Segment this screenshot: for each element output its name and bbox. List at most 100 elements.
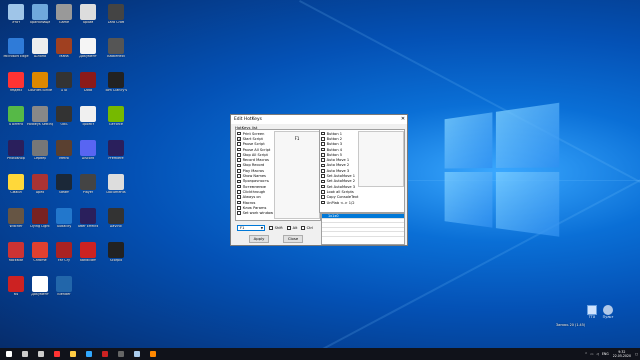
network-icon[interactable]: ▭ [590, 352, 593, 356]
hotkeys-listbox[interactable]: Print ScreenStart ScriptPause ScriptPaus… [235, 129, 321, 221]
desktop-icon[interactable]: GTA [52, 72, 76, 102]
desktop-icon[interactable]: Хранилище [28, 4, 52, 34]
desktop-icon[interactable]: Far Cry [52, 242, 76, 272]
button-item[interactable]: UnPlab <-> 1/2 [321, 200, 357, 205]
desktop-icon[interactable]: Discord [76, 140, 100, 170]
checkbox[interactable] [321, 153, 325, 157]
dialog-titlebar[interactable]: Edit HotKeys ✕ [231, 115, 407, 124]
checkbox[interactable] [237, 211, 241, 215]
checkbox[interactable] [237, 168, 241, 173]
desktop-icon[interactable]: Bandicam [76, 242, 100, 272]
checkbox[interactable] [237, 190, 241, 194]
close-button[interactable]: Close [283, 235, 303, 243]
hotkey-item[interactable]: Set work window [237, 210, 273, 215]
desktop-icon[interactable]: Documents [104, 174, 128, 204]
desktop-icon[interactable]: DaVinci [104, 208, 128, 238]
key-select[interactable]: F1 ▼ [237, 225, 265, 231]
checkbox[interactable] [237, 200, 241, 205]
checkbox[interactable] [237, 179, 241, 184]
checkbox[interactable] [237, 137, 241, 141]
buttons-listbox[interactable]: Button 1 Button 2 Button 3 Button 4 Button 5… [319, 129, 405, 213]
desktop-icon[interactable]: Шляпа [28, 38, 52, 68]
desktop-icon[interactable]: Архив [76, 4, 100, 34]
desktop-icon[interactable]: GeForce [104, 106, 128, 136]
checkbox[interactable] [321, 179, 325, 184]
windows-start-icon[interactable] [4, 348, 14, 360]
desktop-icon[interactable]: Steam [52, 174, 76, 204]
checkbox[interactable] [321, 137, 325, 141]
yandex-icon[interactable] [52, 348, 62, 360]
desktop-icon[interactable]: Проект [76, 106, 100, 136]
shift-checkbox[interactable]: Shift [269, 226, 283, 230]
ctrl-checkbox[interactable]: Ctrl [301, 226, 313, 230]
desktop-icon[interactable]: Battlefield [104, 38, 128, 68]
close-icon[interactable]: ✕ [399, 116, 407, 123]
checkbox[interactable] [237, 174, 241, 178]
desktop-icon[interactable]: Смайл [4, 174, 28, 204]
desktop-icon[interactable]: Witcher [4, 208, 28, 238]
desktop-icon[interactable]: Player [76, 174, 100, 204]
desktop-icon[interactable]: After Effects [76, 208, 100, 238]
checkbox[interactable] [321, 200, 325, 205]
checkbox[interactable] [321, 174, 325, 178]
desktop-icon[interactable]: Premiere [104, 140, 128, 170]
hotkey-item[interactable]: Record Macros [237, 157, 273, 162]
checkbox[interactable] [237, 131, 241, 136]
desktop-icon[interactable]: Rockstar [4, 242, 28, 272]
photoshop-icon[interactable] [84, 348, 94, 360]
desktop-icon[interactable]: 64 [4, 276, 28, 306]
desktop-icon[interactable]: Документ [28, 276, 52, 306]
checkbox[interactable] [321, 163, 325, 168]
clock[interactable]: 9:32 22.05.2020 [613, 350, 631, 358]
grid-row[interactable] [322, 232, 404, 237]
hotkey-item[interactable]: Pause All Script [237, 147, 273, 152]
checkbox[interactable] [321, 195, 325, 199]
checkbox[interactable] [237, 153, 241, 157]
desktop-icon[interactable]: Яндекс [4, 72, 28, 102]
checkbox[interactable] [237, 158, 241, 162]
desktop-icon[interactable]: Dota [76, 72, 100, 102]
desktop-icon[interactable]: Документ [76, 38, 100, 68]
remote-desktop-icon[interactable]: Пульт [598, 305, 618, 319]
desktop-icon[interactable]: OBS [52, 106, 76, 136]
desktop-icon[interactable]: Audacity [52, 208, 76, 238]
checkbox[interactable] [237, 206, 241, 210]
apply-button[interactable]: Apply [249, 235, 269, 243]
checkbox[interactable] [321, 184, 325, 189]
steam-icon[interactable] [132, 348, 142, 360]
desktop-icon[interactable]: Counter-Strike [28, 72, 52, 102]
button-item[interactable]: Copy ConsoleText [321, 195, 358, 200]
checkbox[interactable] [321, 131, 325, 136]
desktop-icon[interactable]: Game [52, 4, 76, 34]
desktop-icon[interactable]: Mafia [52, 38, 76, 68]
volume-icon[interactable]: ◁ [596, 352, 598, 356]
alt-checkbox[interactable]: Alt [287, 226, 297, 230]
button-item[interactable]: Set AutoMove 3 [321, 184, 357, 189]
desktop-icon[interactable]: Metro [52, 140, 76, 170]
hotkey-item[interactable]: Stop All Script [237, 152, 273, 157]
desktop-icon[interactable]: Dying Light [28, 208, 52, 238]
chevron-up-icon[interactable]: ^ [585, 352, 588, 356]
button-item[interactable]: Look all Scripts [321, 189, 357, 194]
hotkey-item[interactable]: Прозрачность [237, 179, 273, 184]
checkbox[interactable] [237, 163, 241, 168]
explorer-icon[interactable] [68, 348, 78, 360]
desktop-icon[interactable]: Photoshop [4, 140, 28, 170]
notification-icon[interactable]: ▢ [635, 352, 638, 356]
button-item[interactable]: Set AutoMove 1 [321, 173, 357, 178]
desktop-icon[interactable]: Сервер [28, 140, 52, 170]
desktop-icon[interactable]: Tom Clancy's [104, 72, 128, 102]
button-item[interactable]: Set AutoMove 2 [321, 179, 357, 184]
desktop-icon[interactable]: Scorpio [104, 242, 128, 272]
checkbox[interactable] [237, 147, 241, 152]
binding-grid[interactable]: 1x1x0 [321, 213, 405, 245]
language-indicator[interactable]: ENG [602, 352, 609, 356]
app-red-icon[interactable] [100, 348, 110, 360]
desktop-icon[interactable]: Этот [4, 4, 28, 34]
checkbox[interactable] [321, 147, 325, 152]
desktop-icon[interactable]: uTorrent [4, 106, 28, 136]
desktop-icon[interactable]: Hotkeys Settings [27, 106, 53, 136]
task-view-icon[interactable] [36, 348, 46, 360]
checkbox[interactable] [321, 158, 325, 162]
desktop-icon[interactable]: Apex [28, 174, 52, 204]
